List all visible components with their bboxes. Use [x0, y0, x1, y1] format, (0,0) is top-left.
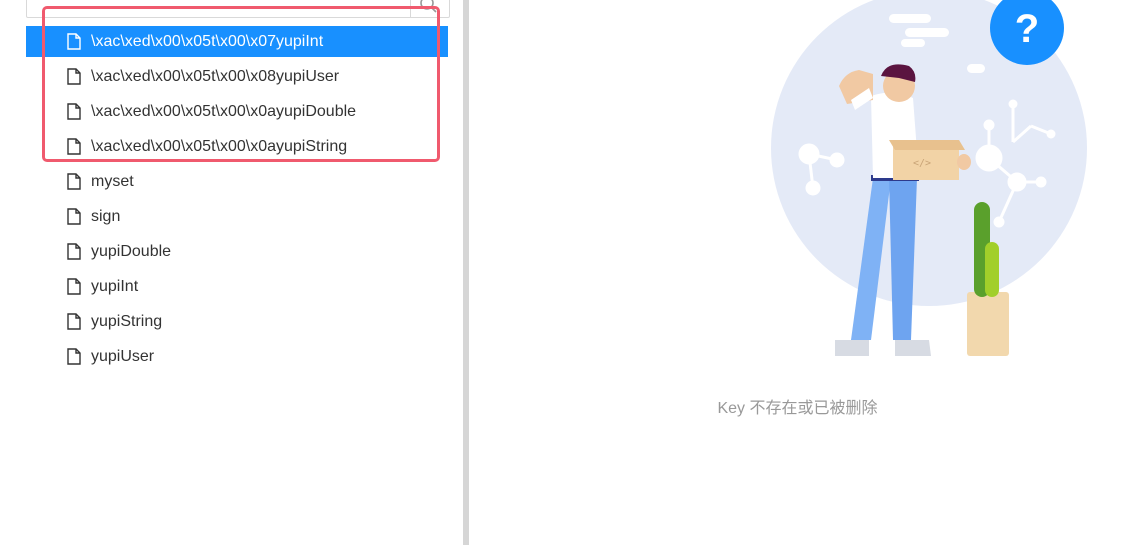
file-icon: [67, 208, 81, 225]
file-icon: [67, 243, 81, 260]
tree-item-label: sign: [91, 208, 121, 225]
tree-item-label: \xac\xed\x00\x05t\x00\x0ayupiDouble: [91, 103, 357, 120]
tree-item[interactable]: \xac\xed\x00\x05t\x00\x08yupiUser: [26, 61, 448, 96]
tree-item[interactable]: yupiString: [26, 306, 448, 341]
file-icon: [67, 278, 81, 295]
file-icon: [67, 138, 81, 155]
detail-panel: ? </> Key 不存在或已被删除: [469, 0, 1126, 545]
file-icon: [67, 68, 81, 85]
tree-item-label: yupiString: [91, 313, 163, 330]
file-icon: [67, 103, 81, 120]
search-input[interactable]: [26, 0, 450, 18]
tree-item[interactable]: myset: [26, 166, 448, 201]
tree-item[interactable]: sign: [26, 201, 448, 236]
tree-item[interactable]: yupiInt: [26, 271, 448, 306]
svg-text:</>: </>: [913, 158, 931, 169]
tree-item-label: yupiInt: [91, 278, 139, 295]
tree-item[interactable]: yupiUser: [26, 341, 448, 376]
tree-item-label: myset: [91, 173, 134, 190]
tree-item[interactable]: \xac\xed\x00\x05t\x00\x07yupiInt: [26, 26, 448, 57]
tree-item-label: yupiUser: [91, 348, 155, 365]
tree-item[interactable]: \xac\xed\x00\x05t\x00\x0ayupiString: [26, 131, 448, 166]
question-badge-text: ?: [1015, 7, 1039, 51]
search-separator: [410, 0, 411, 17]
key-tree-panel: \xac\xed\x00\x05t\x00\x07yupiInt \xac\xed…: [0, 0, 463, 545]
tree-item-label: yupiDouble: [91, 243, 172, 260]
search-icon[interactable]: [419, 0, 439, 15]
empty-illustration: ? </>: [771, 0, 1087, 356]
file-icon: [67, 313, 81, 330]
tree-item-label: \xac\xed\x00\x05t\x00\x07yupiInt: [91, 33, 324, 50]
key-tree: \xac\xed\x00\x05t\x00\x07yupiInt \xac\xed…: [26, 26, 448, 376]
tree-item[interactable]: \xac\xed\x00\x05t\x00\x0ayupiDouble: [26, 96, 448, 131]
file-icon: [67, 33, 81, 50]
file-icon: [67, 173, 81, 190]
file-icon: [67, 348, 81, 365]
empty-state-message: Key 不存在或已被删除: [717, 400, 878, 417]
tree-item-label: \xac\xed\x00\x05t\x00\x0ayupiString: [91, 138, 348, 155]
tree-item[interactable]: yupiDouble: [26, 236, 448, 271]
tree-item-label: \xac\xed\x00\x05t\x00\x08yupiUser: [91, 68, 340, 85]
